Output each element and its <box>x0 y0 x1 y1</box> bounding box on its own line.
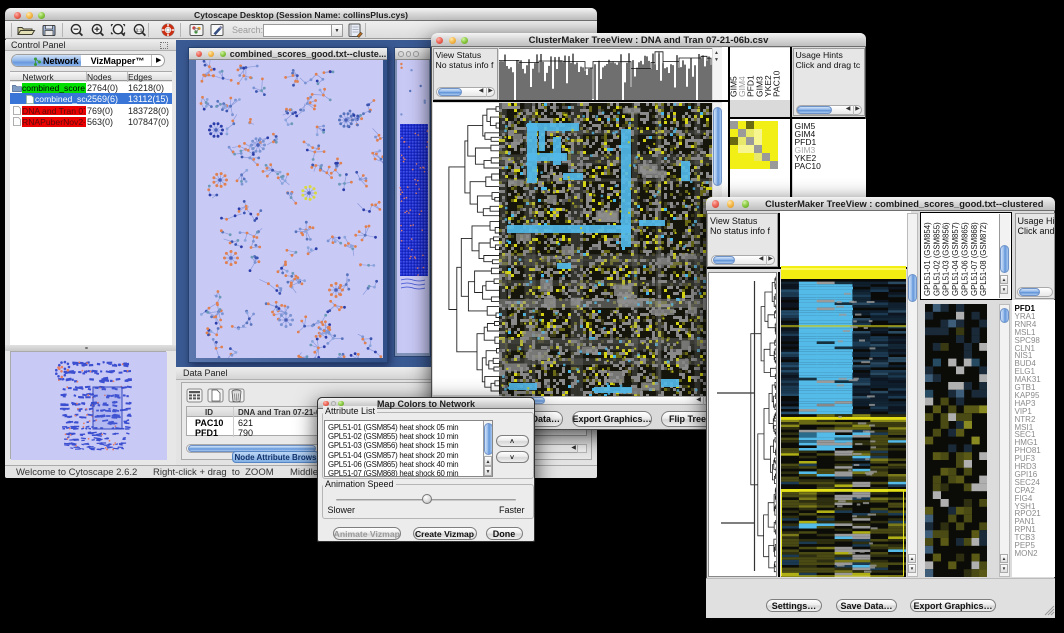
svg-text:GPL51-08 (GSM872): GPL51-08 (GSM872) <box>979 222 988 296</box>
svg-text:GPL51-06 (GSM865): GPL51-06 (GSM865) <box>960 222 969 296</box>
svg-text:GPL51-07 (GSM868): GPL51-07 (GSM868) <box>969 222 978 296</box>
svg-text:GPL51-02 (GSM855): GPL51-02 (GSM855) <box>932 222 941 296</box>
svg-text:GPL51-01 (GSM854): GPL51-01 (GSM854) <box>923 222 932 296</box>
svg-text:GPL51-03 (GSM856): GPL51-03 (GSM856) <box>941 222 950 296</box>
svg-text:GPL51-04 (GSM857): GPL51-04 (GSM857) <box>951 222 960 296</box>
svg-text:PAC10: PAC10 <box>771 70 781 97</box>
svg-text:1:1: 1:1 <box>136 27 143 32</box>
